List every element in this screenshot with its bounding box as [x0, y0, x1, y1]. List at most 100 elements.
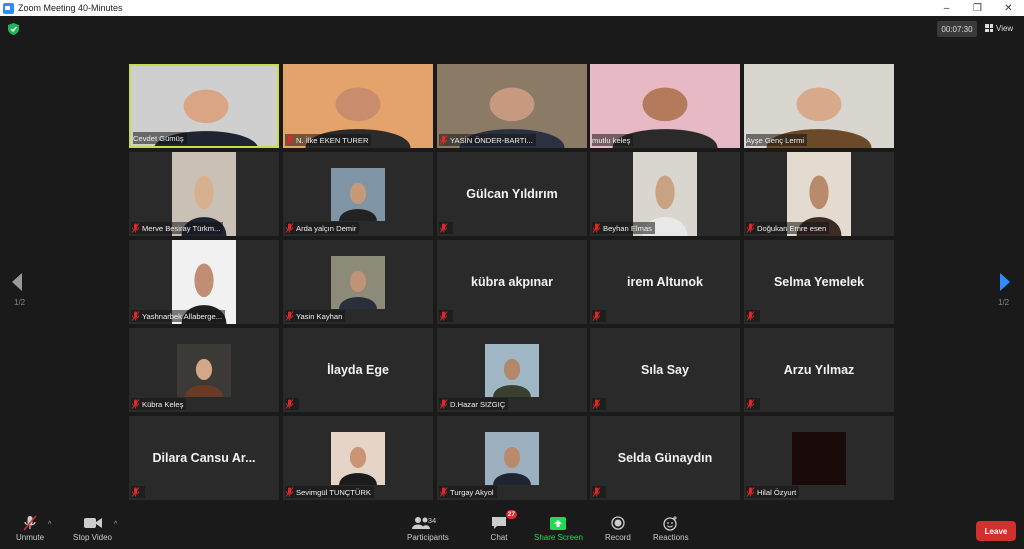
participant-display-name: İlayda Ege [327, 363, 389, 377]
participant-display-name: Dilara Cansu Ar... [152, 451, 256, 465]
participant-name-label: Yasin Kayhan [285, 310, 346, 322]
record-label: Record [605, 533, 631, 542]
participant-name-label: Hilal Özyurt [746, 486, 800, 498]
participant-tile[interactable]: Arda yalçın Demir [283, 152, 433, 236]
share-screen-button[interactable]: Share Screen [534, 515, 583, 542]
participant-name-text: Merve Besiray Türkm... [142, 223, 221, 233]
participant-tile[interactable]: YASİN ÖNDER-BARTI... [437, 64, 587, 148]
participant-tile[interactable]: Dilara Cansu Ar... [129, 416, 279, 500]
leave-button[interactable]: Leave [976, 521, 1016, 541]
muted-mic-icon [592, 399, 601, 409]
page-indicator-left: 1/2 [14, 298, 26, 307]
participant-tile[interactable]: D.Hazar SIZGIÇ [437, 328, 587, 412]
participant-tile[interactable]: Doğukan Emre esen [744, 152, 894, 236]
video-options-caret-icon[interactable]: ^ [114, 521, 117, 528]
participant-tile[interactable]: Turgay Akyol [437, 416, 587, 500]
share-screen-label: Share Screen [534, 533, 583, 542]
grid-view-icon [985, 24, 993, 32]
participant-tile[interactable]: Ayşe Genç Lermi [744, 64, 894, 148]
previous-page-arrow-icon[interactable] [10, 272, 24, 292]
muted-mic-icon [746, 223, 755, 233]
participant-tile[interactable]: İlayda Ege [283, 328, 433, 412]
reactions-button[interactable]: Reactions [653, 515, 689, 542]
window-title: Zoom Meeting 40-Minutes [18, 3, 123, 13]
participant-video-feed [485, 343, 539, 397]
chat-button[interactable]: 27 Chat [489, 510, 517, 542]
minimize-button[interactable]: – [931, 0, 962, 16]
muted-mic-icon [592, 223, 601, 233]
participant-name-label [131, 486, 145, 498]
muted-mic-icon [439, 135, 448, 145]
participants-button[interactable]: 34 Participants [407, 515, 449, 542]
muted-mic-icon [746, 311, 755, 321]
participant-name-label [746, 310, 760, 322]
muted-mic-icon [131, 223, 140, 233]
view-label: View [996, 23, 1014, 33]
close-button[interactable]: ✕ [993, 0, 1024, 16]
participant-name-label: Turgay Akyol [439, 486, 497, 498]
meeting-toolbar: Unmute ^ Stop Video ^ 34 Participants 27 [0, 510, 1024, 549]
muted-mic-icon [131, 487, 140, 497]
view-button[interactable]: View [985, 21, 1013, 35]
muted-mic-icon [746, 487, 755, 497]
unmute-button[interactable]: Unmute [16, 515, 44, 542]
participant-tile[interactable]: Hilal Özyurt [744, 416, 894, 500]
participant-name-text: Arda yalçın Demir [296, 223, 357, 233]
participant-tile[interactable]: Gülcan Yıldırım [437, 152, 587, 236]
stop-video-button[interactable]: Stop Video [73, 515, 112, 542]
muted-mic-icon [746, 399, 755, 409]
chat-unread-badge: 27 [505, 510, 517, 519]
chat-label: Chat [490, 533, 508, 542]
participant-tile[interactable]: Arzu Yılmaz [744, 328, 894, 412]
participant-name-text: Doğukan Emre esen [757, 223, 827, 233]
participant-tile[interactable]: Kübra Keleş [129, 328, 279, 412]
participant-name-text: Hilal Özyurt [757, 487, 797, 497]
reactions-smiley-icon [663, 515, 678, 531]
participant-name-label: YASİN ÖNDER-BARTI... [439, 134, 536, 146]
participant-tile[interactable]: mutlu keleş [590, 64, 740, 148]
muted-mic-icon [285, 135, 294, 145]
participant-tile[interactable]: Cevdet Gümüş [129, 64, 279, 148]
participant-name-text: Yasin Kayhan [296, 311, 343, 321]
participant-tile[interactable]: irem Altunok [590, 240, 740, 324]
participant-name-text: Sevimgül TUNÇTÜRK [296, 487, 371, 497]
participant-video-feed [331, 431, 385, 485]
share-screen-icon [550, 516, 567, 530]
participant-tile[interactable]: Sevimgül TUNÇTÜRK [283, 416, 433, 500]
participant-name-label [592, 310, 606, 322]
security-shield-icon[interactable] [8, 23, 19, 35]
participant-name-label: Kübra Keleş [131, 398, 187, 410]
unmute-label: Unmute [16, 533, 45, 542]
participant-tile[interactable]: Yasin Kayhan [283, 240, 433, 324]
participant-tile[interactable]: Yashnarbek Allaberge... [129, 240, 279, 324]
participant-tile[interactable]: Selda Günaydın [590, 416, 740, 500]
participant-display-name: Sıla Say [641, 363, 689, 377]
stop-video-label: Stop Video [73, 533, 112, 542]
participant-name-text: Cevdet Gümüş [133, 133, 184, 143]
next-page-arrow-icon[interactable] [998, 272, 1012, 292]
muted-mic-icon [285, 487, 294, 497]
muted-mic-icon [131, 399, 140, 409]
participant-tile[interactable]: N. İlke EKEN TURER [283, 64, 433, 148]
participant-name-label: mutlu keleş [592, 134, 634, 146]
record-icon [611, 516, 625, 530]
participant-video-feed [485, 431, 539, 485]
participant-display-name: Selma Yemelek [773, 275, 865, 289]
participant-name-text: Beyhan Elmas [603, 223, 652, 233]
participant-name-label [746, 398, 760, 410]
maximize-button[interactable]: ❐ [962, 0, 993, 16]
audio-options-caret-icon[interactable]: ^ [48, 521, 51, 528]
participant-name-label: Cevdet Gümüş [133, 132, 187, 144]
title-bar: Zoom Meeting 40-Minutes – ❐ ✕ [0, 0, 1024, 16]
participant-tile[interactable]: Sıla Say [590, 328, 740, 412]
participant-tile[interactable]: Selma Yemelek [744, 240, 894, 324]
participant-name-label: Arda yalçın Demir [285, 222, 360, 234]
participant-tile[interactable]: kübra akpınar [437, 240, 587, 324]
chat-bubble-icon [492, 517, 506, 529]
reactions-label: Reactions [653, 533, 689, 542]
participant-tile[interactable]: Beyhan Elmas [590, 152, 740, 236]
record-button[interactable]: Record [605, 515, 631, 542]
participant-name-label: Merve Besiray Türkm... [131, 222, 224, 234]
participant-name-text: Ayşe Genç Lermi [746, 135, 805, 145]
participant-tile[interactable]: Merve Besiray Türkm... [129, 152, 279, 236]
